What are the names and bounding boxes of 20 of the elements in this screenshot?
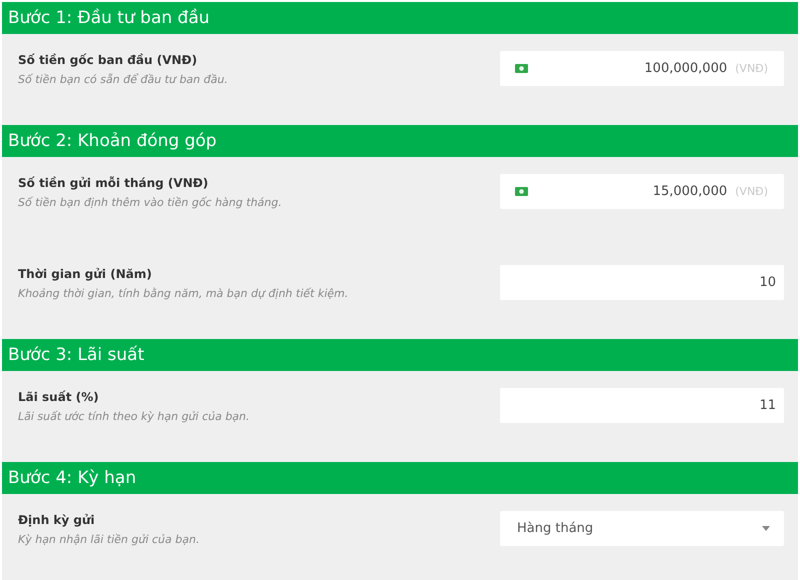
field-hint: Khoảng thời gian, tính bằng năm, mà bạn dự định tiết kiệm.: [18, 287, 348, 300]
caret-icon: [762, 526, 770, 531]
field-label: Lãi suất (%): [18, 390, 100, 404]
input-field[interactable]: 10: [500, 265, 784, 300]
field-hint: Lãi suất ước tính theo kỳ hạn gửi của bạn.: [18, 410, 250, 423]
field-label: Thời gian gửi (Năm): [18, 267, 153, 281]
field-label: Định kỳ gửi: [18, 513, 96, 527]
banknote-icon: [515, 64, 528, 73]
field-label: Số tiền gốc ban đầu (VNĐ): [18, 53, 198, 67]
field-hint: Kỳ hạn nhận lãi tiền gửi của bạn.: [18, 533, 200, 546]
input-field[interactable]: 11: [500, 388, 784, 423]
field-label: Số tiền gửi mỗi tháng (VNĐ): [18, 176, 210, 190]
field-hint: Số tiền bạn có sẵn để đầu tư ban đầu.: [18, 73, 228, 86]
section-header: Bước 2: Khoản đóng góp: [2, 125, 798, 157]
field-hint: Số tiền bạn định thêm vào tiền gốc hàng tháng.: [18, 196, 282, 209]
section-header: Bước 1: Đầu tư ban đầu: [2, 2, 798, 34]
banknote-icon: [515, 187, 528, 196]
section-header: Bước 3: Lãi suất: [2, 339, 798, 371]
dropdown[interactable]: Hàng tháng: [500, 511, 784, 546]
section-header: Bước 4: Kỳ hạn: [2, 462, 798, 494]
